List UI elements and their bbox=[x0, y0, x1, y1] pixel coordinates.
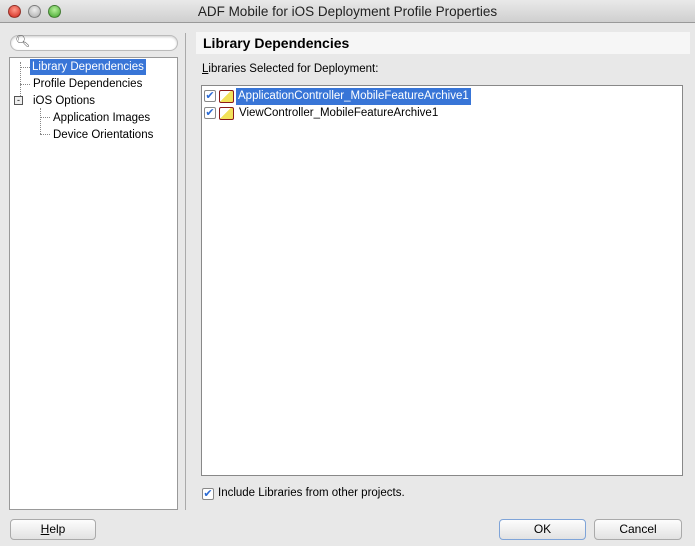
library-icon bbox=[219, 107, 234, 120]
tree-item-application-images[interactable]: Application Images bbox=[53, 110, 150, 126]
library-icon bbox=[219, 90, 234, 103]
include-libraries-label: Include Libraries from other projects. bbox=[218, 487, 405, 499]
ok-button[interactable]: OK bbox=[499, 519, 586, 540]
window-title: ADF Mobile for iOS Deployment Profile Pr… bbox=[197, 4, 498, 19]
tree-item-profile-dependencies[interactable]: Profile Dependencies bbox=[33, 76, 142, 92]
include-libraries-checkbox[interactable]: ✔ bbox=[202, 488, 214, 500]
search-icon: 🔍︎ bbox=[15, 34, 31, 48]
navigation-tree: Library Dependencies Profile Dependencie… bbox=[9, 57, 178, 510]
cancel-button[interactable]: Cancel bbox=[594, 519, 682, 540]
tree-item-library-dependencies[interactable]: Library Dependencies bbox=[30, 59, 146, 75]
tree-item-ios-options[interactable]: iOS Options bbox=[33, 93, 95, 109]
library-checkbox[interactable]: ✔ bbox=[204, 107, 216, 119]
help-button[interactable]: Help bbox=[10, 519, 96, 540]
libraries-list[interactable]: ✔ ApplicationController_MobileFeatureArc… bbox=[201, 85, 683, 476]
collapse-toggle-icon[interactable]: - bbox=[14, 96, 23, 105]
libraries-label: Libraries Selected for Deployment: bbox=[202, 63, 379, 75]
panel-title: Library Dependencies bbox=[196, 32, 690, 54]
title-bar: ADF Mobile for iOS Deployment Profile Pr… bbox=[0, 0, 695, 23]
list-item[interactable]: ✔ ApplicationController_MobileFeatureArc… bbox=[202, 88, 472, 105]
close-window-icon[interactable] bbox=[8, 5, 21, 18]
search-input[interactable]: 🔍︎ bbox=[10, 34, 178, 51]
library-name: ApplicationController_MobileFeatureArchi… bbox=[236, 88, 471, 105]
splitter[interactable] bbox=[185, 33, 186, 510]
library-name: ViewController_MobileFeatureArchive1 bbox=[239, 107, 439, 119]
library-checkbox[interactable]: ✔ bbox=[204, 90, 216, 102]
minimize-window-icon[interactable] bbox=[28, 5, 41, 18]
zoom-window-icon[interactable] bbox=[48, 5, 61, 18]
tree-item-device-orientations[interactable]: Device Orientations bbox=[53, 127, 153, 143]
